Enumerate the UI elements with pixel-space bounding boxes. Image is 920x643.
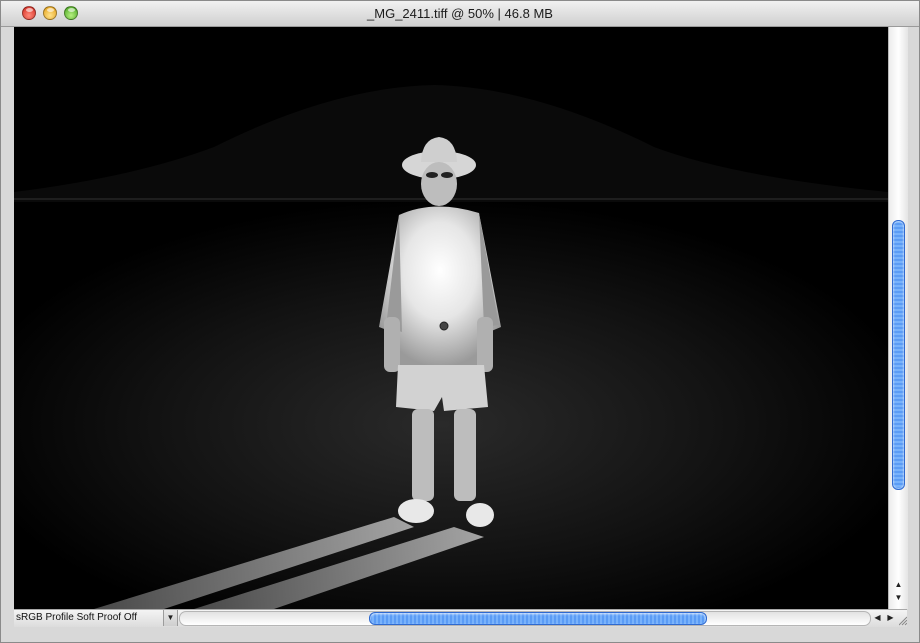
window-title: _MG_2411.tiff @ 50% | 46.8 MB [367, 6, 553, 21]
image-document-window: _MG_2411.tiff @ 50% | 46.8 MB ▲ ▼ sRGB P… [0, 0, 920, 643]
horizontal-scrollbar[interactable] [179, 611, 871, 626]
color-sampler-cursor [439, 321, 449, 331]
scroll-left-arrow-icon[interactable]: ◀ [871, 610, 884, 626]
status-bar: sRGB Profile Soft Proof Off ▼ ◀ ▶ [14, 609, 907, 627]
scroll-right-arrow-icon[interactable]: ▶ [884, 610, 897, 626]
horizontal-scroll-thumb[interactable] [369, 612, 707, 625]
title-bar[interactable]: _MG_2411.tiff @ 50% | 46.8 MB [1, 1, 919, 27]
scroll-down-arrow-icon[interactable]: ▼ [889, 592, 908, 603]
status-menu-triangle-down-icon[interactable]: ▼ [164, 610, 178, 626]
inverted-photo [14, 27, 888, 609]
resize-grip-icon[interactable] [899, 610, 907, 626]
scroll-up-arrow-icon[interactable]: ▲ [889, 579, 908, 590]
vertical-scroll-thumb[interactable] [892, 220, 905, 490]
color-profile-status: sRGB Profile Soft Proof Off [14, 610, 164, 626]
vertical-scrollbar[interactable]: ▲ ▼ [888, 27, 908, 609]
image-canvas[interactable] [14, 27, 888, 609]
